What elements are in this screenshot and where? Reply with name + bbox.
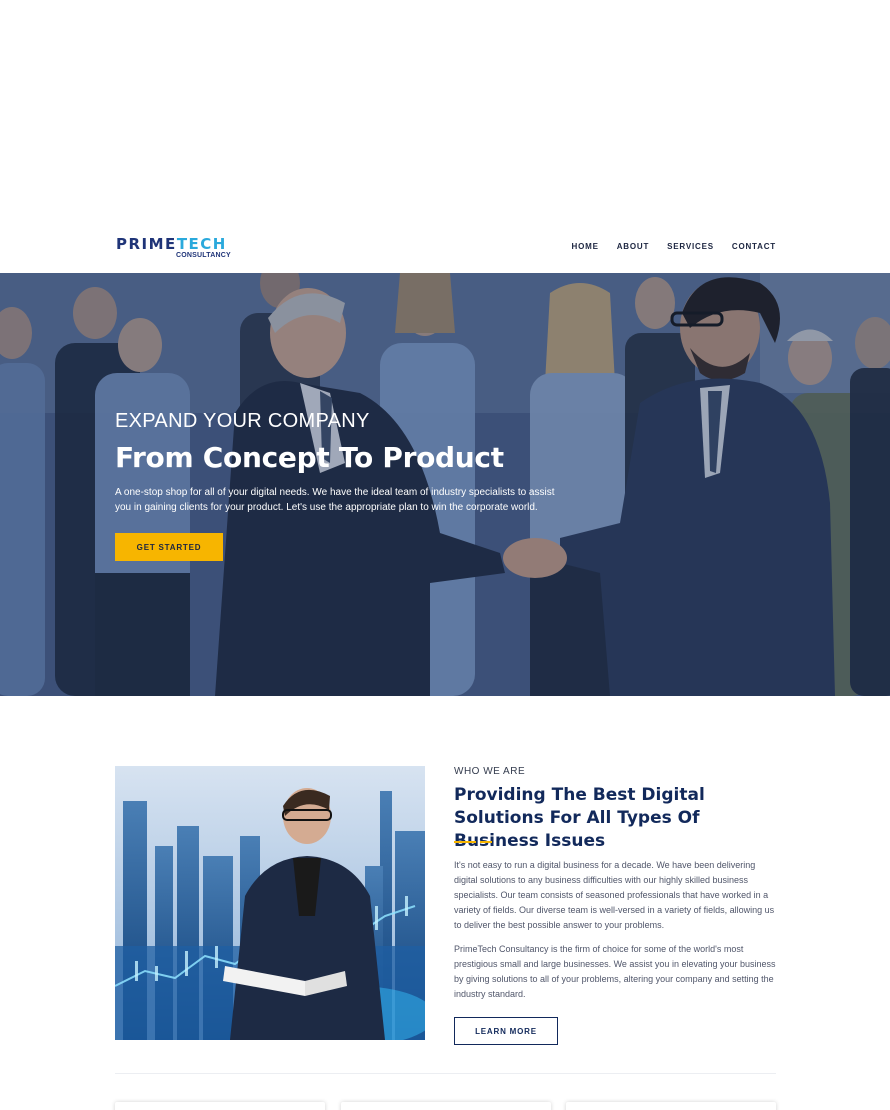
main-nav: HOME ABOUT SERVICES CONTACT (572, 242, 777, 252)
about-illustration (115, 766, 425, 1040)
about-paragraph-1: It's not easy to run a digital business … (454, 860, 775, 930)
learn-more-button[interactable]: LEARN MORE (454, 1017, 558, 1045)
hero-description: A one-stop shop for all of your digital … (115, 487, 555, 513)
accent-dash-short (480, 841, 492, 843)
nav-contact-link[interactable]: CONTACT (732, 242, 776, 252)
section-divider (115, 1073, 776, 1074)
logo-wordmark: PRIMETECH (116, 236, 227, 253)
service-card[interactable] (341, 1102, 551, 1110)
logo-part-prime: PRIME (116, 235, 177, 253)
get-started-button[interactable]: GET STARTED (115, 533, 223, 561)
site-header: PRIMETECH CONSULTANCY HOME ABOUT SERVICE… (0, 222, 890, 273)
hero-eyebrow: EXPAND YOUR COMPANY (115, 410, 370, 432)
logo-part-tech: TECH (176, 235, 227, 253)
about-paragraph-2: PrimeTech Consultancy is the firm of cho… (454, 944, 776, 999)
service-card[interactable] (115, 1102, 325, 1110)
about-image (115, 766, 425, 1040)
about-title: Providing The Best Digital Solutions For… (454, 785, 705, 851)
hero-section: EXPAND YOUR COMPANY From Concept To Prod… (0, 273, 890, 696)
logo-tagline: CONSULTANCY (176, 252, 231, 259)
about-eyebrow: WHO WE ARE (454, 766, 526, 777)
nav-about-link[interactable]: ABOUT (617, 242, 649, 252)
nav-home-link[interactable]: HOME (572, 242, 599, 252)
accent-dash-long (454, 841, 476, 843)
service-card[interactable] (566, 1102, 776, 1110)
logo[interactable]: PRIMETECH CONSULTANCY (116, 236, 231, 262)
accent-divider (454, 841, 492, 843)
hero-title: From Concept To Product (115, 441, 504, 474)
nav-services-link[interactable]: SERVICES (667, 242, 714, 252)
